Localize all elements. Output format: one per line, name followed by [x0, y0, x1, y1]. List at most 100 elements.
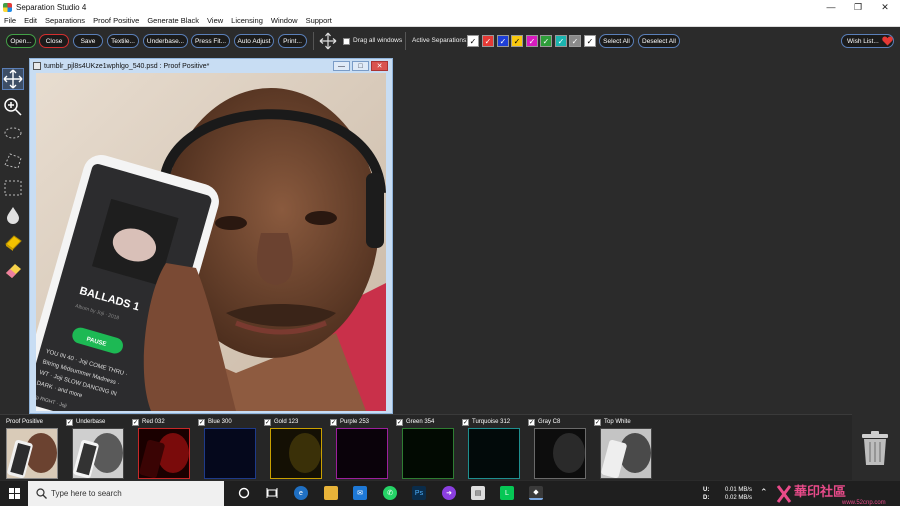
channel-thumbnail[interactable]: [204, 428, 256, 479]
sep-toggle-purple[interactable]: ✓: [526, 35, 538, 47]
upload-speed: 0.01 MB/s: [725, 487, 753, 493]
image-window[interactable]: tumblr_pjl8s4UKze1wphlgo_540.psd : Proof…: [29, 58, 393, 414]
channel-proof-positive[interactable]: Proof Positive: [0, 418, 66, 480]
restore-button[interactable]: ❐: [843, 0, 873, 14]
open-button[interactable]: Open...: [6, 34, 36, 48]
channel-checkbox[interactable]: ✓: [462, 418, 469, 426]
channel-checkbox[interactable]: ✓: [330, 418, 337, 426]
image-close-button[interactable]: ✕: [371, 61, 388, 71]
proof-image[interactable]: BALLADS 1 Album by Joji · 2018 PAUSE YOU…: [36, 73, 386, 411]
sep-toggle-turquoise[interactable]: ✓: [555, 35, 567, 47]
dropper-tool[interactable]: [2, 204, 24, 226]
lasso-tool[interactable]: [2, 123, 24, 145]
minimize-button[interactable]: —: [816, 0, 846, 14]
channel-thumbnail[interactable]: [468, 428, 520, 479]
channel-purple-253[interactable]: ✓ Purple 253: [330, 418, 396, 480]
auto-adjust-button[interactable]: Auto Adjust: [234, 34, 274, 48]
taskbar-search[interactable]: Type here to search: [28, 481, 224, 506]
wish-list-label: Wish List...: [847, 37, 879, 45]
scanner-app-icon[interactable]: ▤: [471, 486, 485, 500]
eraser-tool[interactable]: [2, 231, 24, 253]
save-button[interactable]: Save: [73, 34, 103, 48]
watermark-graphic: 華印社區 www.52cnp.com: [776, 484, 886, 506]
channel-label: Purple 253: [340, 419, 370, 425]
menu-edit[interactable]: Edit: [20, 16, 41, 25]
channel-top-white[interactable]: ✓ Top White: [594, 418, 660, 480]
channel-label: Proof Positive: [6, 419, 44, 425]
print-button[interactable]: Print...: [278, 34, 307, 48]
close-button[interactable]: Close: [39, 34, 69, 48]
edge-browser-icon[interactable]: e: [294, 486, 308, 500]
move-tool[interactable]: [2, 68, 24, 90]
channel-gold-123[interactable]: ✓ Gold 123: [264, 418, 330, 480]
select-all-button[interactable]: Select All: [599, 34, 634, 48]
menu-window[interactable]: Window: [267, 16, 302, 25]
channel-checkbox[interactable]: ✓: [66, 418, 73, 426]
sep-toggle-green[interactable]: ✓: [540, 35, 552, 47]
sep-toggle-white[interactable]: ✓: [467, 35, 479, 47]
menu-proof-positive[interactable]: Proof Positive: [89, 16, 143, 25]
channel-thumbnail[interactable]: [534, 428, 586, 479]
menu-file[interactable]: File: [0, 16, 20, 25]
channel-green-354[interactable]: ✓ Green 354: [396, 418, 462, 480]
press-fit-button[interactable]: Press Fit...: [191, 34, 230, 48]
messenger-icon[interactable]: ➜: [442, 486, 456, 500]
menu-licensing[interactable]: Licensing: [227, 16, 267, 25]
channel-checkbox[interactable]: ✓: [594, 418, 601, 426]
channel-thumbnail[interactable]: [138, 428, 190, 479]
textile-button[interactable]: Textile...: [107, 34, 139, 48]
cortana-icon[interactable]: [237, 486, 251, 500]
channel-checkbox[interactable]: ✓: [198, 418, 205, 426]
image-minimize-button[interactable]: —: [333, 61, 350, 71]
sep-toggle-blue[interactable]: ✓: [497, 35, 509, 47]
channel-underbase[interactable]: ✓ Underbase: [66, 418, 132, 480]
wish-list-button[interactable]: Wish List...: [841, 34, 894, 48]
channel-checkbox[interactable]: ✓: [132, 418, 139, 426]
whatsapp-icon[interactable]: ✆: [383, 486, 397, 500]
pink-eraser-tool[interactable]: [2, 259, 24, 281]
line-app-icon[interactable]: L: [500, 486, 514, 500]
zoom-tool[interactable]: [2, 96, 24, 118]
drag-all-checkbox[interactable]: [343, 38, 350, 45]
image-window-titlebar[interactable]: tumblr_pjl8s4UKze1wphlgo_540.psd : Proof…: [30, 59, 392, 73]
channel-red-032[interactable]: ✓ Red 032: [132, 418, 198, 480]
mail-icon[interactable]: ✉: [353, 486, 367, 500]
channel-turquoise-312[interactable]: ✓ Turquoise 312: [462, 418, 528, 480]
sep-toggle-gold[interactable]: ✓: [511, 35, 523, 47]
sep-toggle-red[interactable]: ✓: [482, 35, 494, 47]
channel-blue-300[interactable]: ✓ Blue 300: [198, 418, 264, 480]
channel-checkbox[interactable]: ✓: [264, 418, 271, 426]
menu-support[interactable]: Support: [302, 16, 336, 25]
trash-button[interactable]: [860, 430, 890, 466]
channel-checkbox[interactable]: ✓: [396, 418, 403, 426]
close-window-button[interactable]: ✕: [870, 0, 900, 14]
underbase-button[interactable]: Underbase...: [143, 34, 188, 48]
channel-thumbnail[interactable]: [6, 428, 58, 479]
menu-generate-black[interactable]: Generate Black: [143, 16, 203, 25]
separation-studio-taskbar-icon[interactable]: ◆: [529, 486, 543, 500]
menu-separations[interactable]: Separations: [41, 16, 89, 25]
window-title: Separation Studio 4: [16, 2, 87, 12]
move-all-icon[interactable]: [319, 32, 337, 50]
channel-thumbnail[interactable]: [600, 428, 652, 479]
task-view-icon[interactable]: [265, 486, 279, 500]
image-restore-button[interactable]: □: [352, 61, 369, 71]
marquee-tool[interactable]: [2, 177, 24, 199]
windows-start-icon[interactable]: [9, 488, 20, 499]
channel-label: Red 032: [142, 419, 165, 425]
tray-chevron-icon[interactable]: ⌃: [760, 487, 768, 498]
file-explorer-icon[interactable]: [324, 486, 338, 500]
menu-view[interactable]: View: [203, 16, 227, 25]
deselect-all-button[interactable]: Deselect All: [638, 34, 680, 48]
channel-thumbnail[interactable]: [402, 428, 454, 479]
channel-thumbnail[interactable]: [72, 428, 124, 479]
channel-thumbnail[interactable]: [270, 428, 322, 479]
sep-toggle-top-white[interactable]: ✓: [584, 35, 596, 47]
channel-checkbox[interactable]: ✓: [528, 418, 535, 426]
trash-icon: [862, 431, 888, 465]
channel-thumbnail[interactable]: [336, 428, 388, 479]
polygon-lasso-tool[interactable]: [2, 150, 24, 172]
channel-gray-c8[interactable]: ✓ Gray C8: [528, 418, 594, 480]
photoshop-icon[interactable]: Ps: [412, 486, 426, 500]
sep-toggle-gray[interactable]: ✓: [569, 35, 581, 47]
